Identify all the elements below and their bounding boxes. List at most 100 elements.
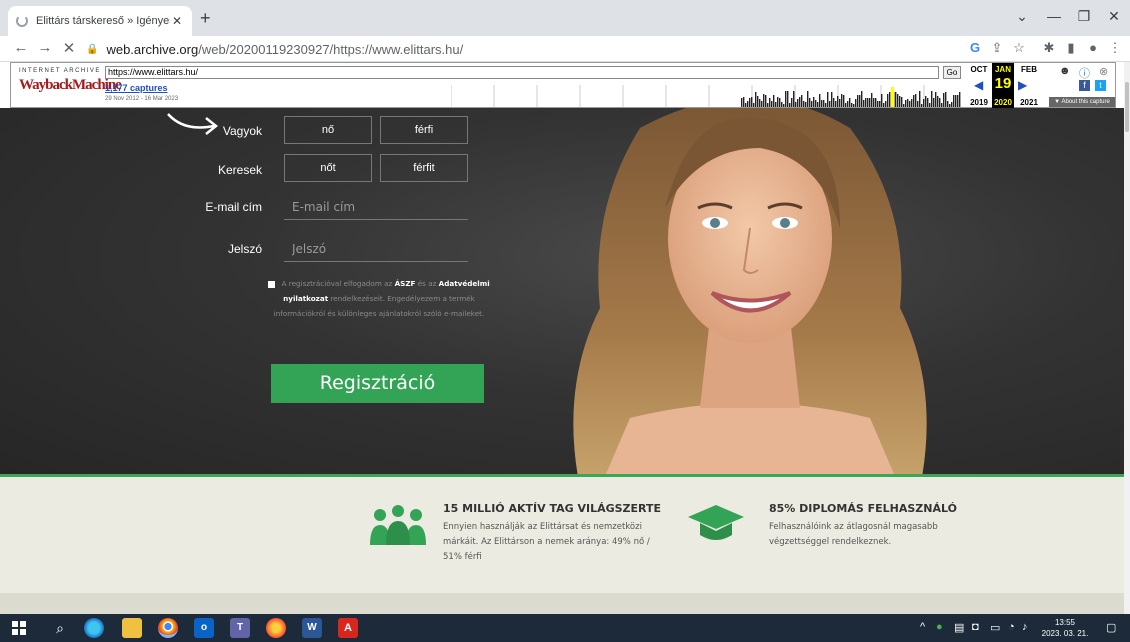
hero-portrait-image <box>573 108 927 476</box>
menu-kebab-icon[interactable]: ⋮ <box>1106 40 1124 56</box>
wayback-logo-subtitle: INTERNET ARCHIVE <box>19 68 101 74</box>
facebook-icon[interactable]: f <box>1079 80 1090 91</box>
histogram-bar <box>757 96 759 107</box>
histogram-bar <box>915 94 917 107</box>
acrobat-icon[interactable]: A <box>338 618 358 638</box>
page-scrollbar[interactable] <box>1124 62 1130 614</box>
windows-start-icon[interactable] <box>12 621 26 635</box>
wayback-prev-arrow-icon[interactable]: ◀ <box>974 78 983 92</box>
histogram-bar <box>799 97 801 107</box>
google-icon[interactable]: G <box>966 40 984 55</box>
windows-taskbar: ⌕ o T W A ^ ● ▤ ◘ ▭ ◔ ♪ 13:55 2023. 03. … <box>0 614 1130 642</box>
wayback-go-button[interactable]: Go <box>943 66 961 79</box>
histogram-bar <box>919 91 921 107</box>
back-icon[interactable]: ← <box>12 39 30 56</box>
histogram-bar <box>947 101 949 107</box>
address-bar[interactable]: 🔒 web.archive.org/web/20200119230927/htt… <box>86 38 956 60</box>
page-footer-strip <box>0 593 1124 614</box>
url-path: /web/20200119230927/https://www.elittars… <box>198 41 464 57</box>
tray-battery-icon[interactable]: ▭ <box>990 621 1000 634</box>
chrome-icon[interactable] <box>158 618 178 638</box>
tray-app-icon[interactable]: ● <box>936 621 943 633</box>
page-viewport: Vagyok nő férfi Keresek nőt férfit E-mai… <box>0 108 1124 614</box>
notification-center-icon[interactable]: ▢ <box>1106 621 1116 634</box>
histogram-bar <box>853 104 855 107</box>
search-icon[interactable]: ⌕ <box>50 618 70 638</box>
tab-close-icon[interactable]: ✕ <box>170 14 184 28</box>
tray-volume-icon[interactable]: ♪ <box>1022 621 1028 633</box>
histogram-bar <box>951 102 953 107</box>
wayback-captures-link[interactable]: 1,177 captures <box>105 83 168 93</box>
teams-icon[interactable]: T <box>230 618 250 638</box>
forward-icon[interactable]: → <box>36 39 54 56</box>
browser-tab[interactable]: Elittárs társkereső » Igényes, dipl ✕ <box>8 6 192 36</box>
histogram-bar <box>837 96 839 107</box>
email-input[interactable] <box>284 194 468 220</box>
histogram-bar <box>835 101 837 107</box>
register-button[interactable]: Regisztráció <box>271 364 484 403</box>
histogram-bar <box>881 94 883 107</box>
wayback-url-input[interactable]: https://www.elittars.hu/ <box>105 66 939 79</box>
edge-browser-icon[interactable] <box>84 618 104 638</box>
password-input[interactable] <box>284 236 468 262</box>
gender-option-female[interactable]: nő <box>284 116 372 144</box>
histogram-bar <box>957 95 959 107</box>
tray-network-adapter-icon[interactable]: ▤ <box>954 621 964 634</box>
minimize-icon[interactable]: — <box>1044 8 1064 24</box>
tray-wifi-icon[interactable]: ◔ <box>1008 621 1015 633</box>
seeking-option-male[interactable]: férfit <box>380 154 468 182</box>
histogram-bar <box>741 98 743 107</box>
histogram-bar <box>847 101 849 107</box>
stop-loading-icon[interactable]: ✕ <box>60 39 78 57</box>
close-window-icon[interactable]: ✕ <box>1104 8 1124 25</box>
histogram-bar <box>783 104 785 107</box>
gender-option-male[interactable]: férfi <box>380 116 468 144</box>
close-wayback-icon[interactable]: ⊗ <box>1099 65 1108 78</box>
user-account-icon[interactable]: ☻ <box>1059 65 1071 77</box>
wayback-next-month[interactable]: FEB <box>1018 65 1040 74</box>
wayback-prev-year[interactable]: 2019 <box>968 98 990 107</box>
wayback-prev-month[interactable]: OCT <box>968 65 990 74</box>
histogram-bar <box>771 101 773 107</box>
taskbar-clock[interactable]: 13:55 2023. 03. 21. <box>1040 617 1090 639</box>
histogram-bar <box>775 102 777 107</box>
feature-members-text: Ennyien használják az Elittársat és nemz… <box>443 522 650 562</box>
histogram-bar <box>885 101 887 107</box>
profile-avatar-icon[interactable]: ● <box>1084 40 1102 55</box>
histogram-bar <box>949 104 951 107</box>
wayback-next-arrow-icon[interactable]: ▶ <box>1018 78 1027 92</box>
tab-search-chevron-icon[interactable]: ⌄ <box>1012 8 1032 25</box>
help-icon[interactable]: ⓘ <box>1079 65 1090 81</box>
aszf-link[interactable]: ÁSZF <box>395 279 416 288</box>
histogram-bar <box>879 101 881 107</box>
histogram-bar <box>943 93 945 107</box>
side-panel-icon[interactable]: ▮ <box>1062 40 1080 56</box>
wayback-next-year[interactable]: 2021 <box>1018 98 1040 107</box>
outlook-icon[interactable]: o <box>194 618 214 638</box>
feature-members-title: 15 MILLIÓ AKTÍV TAG VILÁGSZERTE <box>443 502 662 515</box>
firefox-icon[interactable] <box>266 618 286 638</box>
wayback-capture-histogram[interactable] <box>451 85 965 107</box>
word-icon[interactable]: W <box>302 618 322 638</box>
histogram-bar <box>753 103 755 107</box>
clock-time: 13:55 <box>1054 618 1076 627</box>
seeking-option-female[interactable]: nőt <box>284 154 372 182</box>
histogram-bar <box>917 101 919 107</box>
bookmark-star-icon[interactable]: ☆ <box>1010 40 1028 56</box>
histogram-bar <box>921 104 923 107</box>
scrollbar-thumb[interactable] <box>1125 82 1129 132</box>
terms-checkbox[interactable] <box>268 280 276 288</box>
twitter-icon[interactable]: t <box>1095 80 1106 91</box>
extensions-icon[interactable]: ✱ <box>1040 40 1058 56</box>
file-explorer-icon[interactable] <box>122 618 142 638</box>
graduation-cap-icon <box>688 505 744 540</box>
browser-tab-strip: Elittárs társkereső » Igényes, dipl ✕ + … <box>0 0 1130 36</box>
maximize-icon[interactable]: ❐ <box>1074 8 1094 25</box>
share-icon[interactable]: ⇪ <box>988 40 1006 56</box>
histogram-bar <box>857 95 859 107</box>
tray-security-icon[interactable]: ◘ <box>972 621 979 633</box>
new-tab-button[interactable]: + <box>200 9 211 27</box>
tray-overflow-chevron-icon[interactable]: ^ <box>920 621 925 633</box>
about-this-capture-button[interactable]: ▼ About this capture <box>1049 97 1115 107</box>
histogram-bar <box>749 98 751 107</box>
